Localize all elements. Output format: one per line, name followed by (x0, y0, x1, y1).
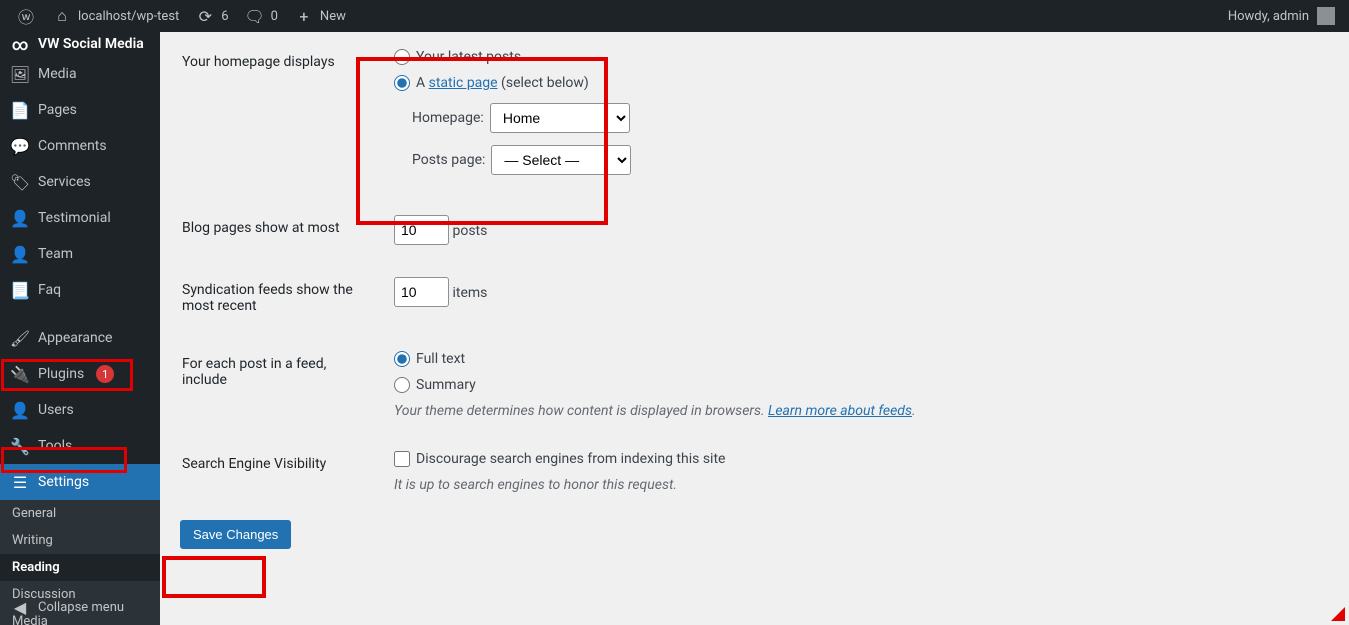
sidebar-label: VW Social Media (38, 36, 144, 52)
posts-page-select[interactable]: — Select — (491, 145, 631, 175)
sidebar-label: Comments (38, 138, 107, 154)
search-visibility-checkbox-label: Discourage search engines from indexing … (416, 451, 725, 467)
radio-latest-posts-label: Your latest posts (416, 49, 521, 65)
radio-summary[interactable] (394, 377, 410, 393)
search-visibility-checkbox[interactable] (394, 451, 410, 467)
doc-icon: 📃 (10, 280, 30, 300)
submenu-writing[interactable]: Writing (0, 527, 160, 554)
pages-icon: 📄 (10, 100, 30, 120)
radio-latest-posts[interactable] (394, 49, 410, 65)
sidebar-item-faq[interactable]: 📃 Faq (0, 272, 160, 308)
updates-link[interactable]: ⟳6 (187, 0, 236, 32)
feed-description: Your theme determines how content is dis… (394, 403, 1317, 419)
syndication-unit: items (452, 285, 487, 301)
radio-static-page-label: A static page (select below) (416, 75, 589, 91)
wrench-icon: 🔧 (10, 436, 30, 456)
comments-link[interactable]: 🗨0 (237, 0, 286, 32)
radio-full-text[interactable] (394, 351, 410, 367)
feed-include-label: For each post in a feed, include (182, 336, 382, 434)
sidebar-label: Plugins (38, 366, 84, 382)
collapse-label: Collapse menu (38, 600, 124, 615)
save-changes-button[interactable]: Save Changes (180, 520, 291, 549)
submenu-reading[interactable]: Reading (0, 554, 160, 581)
person-icon: 👤 (10, 244, 30, 264)
sidebar-item-services[interactable]: 🏷 Services (0, 164, 160, 200)
sidebar-label: Media (38, 66, 77, 82)
plus-icon: + (294, 6, 314, 26)
brush-icon: 🖌 (10, 328, 30, 348)
blog-pages-label: Blog pages show at most (182, 200, 382, 260)
new-label: New (320, 9, 346, 24)
homepage-displays-label: Your homepage displays (182, 34, 382, 198)
account-link[interactable]: Howdy, admin (1228, 7, 1341, 25)
sidebar-label: Team (38, 246, 73, 262)
new-link[interactable]: + New (286, 0, 354, 32)
radio-summary-label: Summary (416, 377, 476, 393)
sidebar-item-appearance[interactable]: 🖌 Appearance (0, 320, 160, 356)
comment-icon: 🗨 (245, 6, 265, 26)
site-link[interactable]: ⌂ localhost/wp-test (44, 0, 187, 32)
refresh-icon: ⟳ (195, 6, 215, 26)
person-icon: 👤 (10, 400, 30, 420)
person-icon: 👤 (10, 208, 30, 228)
sidebar-label: Settings (38, 474, 89, 490)
search-visibility-label: Search Engine Visibility (182, 436, 382, 508)
sidebar-label: Pages (38, 102, 77, 118)
homepage-select[interactable]: Home (490, 103, 630, 133)
sidebar-label: Tools (38, 438, 72, 454)
home-icon: ⌂ (52, 6, 72, 26)
sidebar-label: Faq (38, 282, 61, 298)
syndication-input[interactable] (394, 277, 449, 307)
sliders-icon: ☰ (10, 472, 30, 492)
comment-icon: 💬 (10, 136, 30, 156)
blog-pages-input[interactable] (394, 215, 449, 245)
wordpress-icon: ⓦ (16, 6, 36, 26)
tag-icon: 🏷 (10, 172, 30, 192)
sidebar-item-tools[interactable]: 🔧 Tools (0, 428, 160, 464)
submenu-general[interactable]: General (0, 500, 160, 527)
plugins-badge: 1 (96, 365, 114, 383)
admin-bar: ⓦ ⌂localhost/wp-test ⟳6 🗨0 +New Howdy, a… (0, 0, 1349, 32)
wp-logo[interactable]: ⓦ (8, 0, 44, 32)
sidebar-label: Users (38, 402, 74, 418)
sidebar-label: Appearance (38, 330, 112, 346)
sidebar-item-testimonial[interactable]: 👤 Testimonial (0, 200, 160, 236)
sidebar-item-settings[interactable]: ☰ Settings (0, 464, 160, 500)
sidebar-item-plugins[interactable]: 🔌 Plugins 1 (0, 356, 160, 392)
syndication-label: Syndication feeds show the most recent (182, 262, 382, 334)
homepage-select-label: Homepage: (412, 110, 484, 126)
sidebar-label: Testimonial (38, 210, 111, 226)
search-visibility-desc: It is up to search engines to honor this… (394, 477, 1317, 493)
radio-static-page[interactable] (394, 75, 410, 91)
comments-count: 0 (271, 9, 278, 24)
annotation-arrow-icon (1331, 607, 1345, 621)
settings-reading-page: Your homepage displays Your latest posts… (160, 32, 1349, 625)
sidebar-item-team[interactable]: 👤 Team (0, 236, 160, 272)
sidebar-item-media[interactable]: 🖼 Media (0, 56, 160, 92)
site-name: localhost/wp-test (78, 9, 179, 24)
plug-icon: 🔌 (10, 364, 30, 384)
learn-more-feeds-link[interactable]: Learn more about feeds (768, 403, 912, 419)
collapse-icon: ◀ (10, 597, 30, 617)
media-icon: 🖼 (10, 64, 30, 84)
sidebar-item-users[interactable]: 👤 Users (0, 392, 160, 428)
sidebar-label: Services (38, 174, 91, 190)
sidebar-item-pages[interactable]: 📄 Pages (0, 92, 160, 128)
sidebar-item-partial[interactable]: ∞ VW Social Media (0, 32, 160, 56)
howdy-text: Howdy, admin (1228, 9, 1309, 24)
sidebar-item-comments[interactable]: 💬 Comments (0, 128, 160, 164)
admin-sidebar: ∞ VW Social Media 🖼 Media 📄 Pages 💬 Comment… (0, 32, 160, 625)
posts-page-select-label: Posts page: (412, 152, 485, 168)
collapse-menu[interactable]: ◀ Collapse menu (0, 589, 160, 625)
static-page-link[interactable]: static page (429, 75, 498, 91)
updates-count: 6 (221, 9, 228, 24)
share-icon: ∞ (10, 34, 30, 54)
radio-full-text-label: Full text (416, 351, 465, 367)
avatar (1317, 7, 1335, 25)
blog-pages-unit: posts (452, 223, 487, 239)
